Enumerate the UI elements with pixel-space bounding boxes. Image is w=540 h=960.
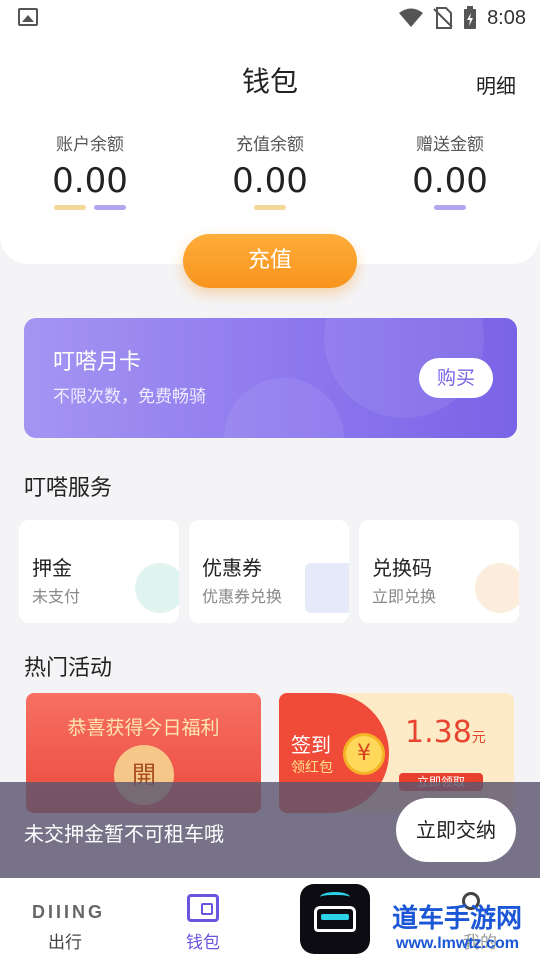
service-coupon-title: 优惠券 [202,556,262,580]
buy-button[interactable]: 购买 [419,358,493,398]
watermark: 道车手游网 www.lmwtz.com [392,898,522,953]
service-redeem-subtitle: 立即兑换 [372,587,437,606]
bonus-balance-amount: 0.00 [412,161,488,201]
watermark-title: 道车手游网 [392,904,523,934]
service-coupon-subtitle: 优惠券兑换 [202,587,283,606]
recharge-balance-underline [190,205,350,210]
yuan-coin-icon: ¥ [343,733,385,775]
bonus-balance-label: 赠送金额 [416,135,484,155]
medal-icon [135,563,179,613]
service-redeem-code[interactable]: 兑换码 立即兑换 [359,520,519,623]
detail-link[interactable]: 明细 [476,70,516,99]
tab-travel-label: 出行 [48,933,82,953]
bonus-balance[interactable]: 赠送金额 0.00 [370,130,530,210]
account-balance-label: 账户余额 [56,135,124,155]
account-balance[interactable]: 账户余额 0.00 [10,130,170,210]
tab-travel[interactable]: DIIING 出行 [0,878,130,960]
service-deposit[interactable]: 押金 未支付 [19,520,179,623]
service-redeem-title: 兑换码 [372,556,432,580]
tab-wallet-label: 钱包 [186,933,220,953]
sign-in-amount: 1.38元 [405,715,486,750]
toast-message: 未交押金暂不可租车哦 [24,822,224,846]
sign-in-line2: 领红包 [291,760,333,776]
exchange-icon [475,563,519,613]
wallet-icon [187,894,219,922]
monthly-card-subtitle: 不限次数，免费畅骑 [53,387,206,407]
service-deposit-title: 押金 [32,556,72,580]
deposit-toast: 未交押金暂不可租车哦 立即交纳 [0,782,540,878]
status-time: 8:08 [487,6,526,29]
hot-activities-title: 热门活动 [24,656,113,681]
recharge-balance-amount: 0.00 [232,161,308,201]
battery-charging-icon [464,6,477,29]
tab-wallet[interactable]: 钱包 [138,878,268,960]
recharge-balance-label: 充值余额 [236,135,304,155]
account-balance-underline [10,205,170,210]
status-icons: 8:08 [399,6,526,30]
balances: 账户余额 0.00 充值余额 0.00 赠送金额 0.00 [0,130,540,220]
account-balance-amount: 0.00 [52,161,128,201]
red-envelope-text: 恭喜获得今日福利 [67,717,220,739]
recharge-balance[interactable]: 充值余额 0.00 [190,130,350,210]
pay-deposit-button[interactable]: 立即交纳 [396,798,516,862]
monthly-card-title: 叮嗒月卡 [53,350,142,375]
status-bar: 8:08 [0,0,540,36]
sign-in-amount-unit: 元 [471,730,486,746]
sign-in-line1: 签到 [291,733,331,757]
watermark-url: www.lmwtz.com [396,935,519,952]
wifi-icon [399,8,424,27]
recharge-button[interactable]: 充值 [183,234,357,288]
scan-arrows-icon [320,892,350,902]
page-title: 钱包 [241,65,298,98]
sign-in-amount-value: 1.38 [405,715,472,750]
image-notification-icon [18,8,38,26]
monthly-card-banner[interactable]: 叮嗒月卡 不限次数，免费畅骑 购买 [24,318,517,438]
scan-ride-button[interactable] [300,884,370,954]
car-icon [314,906,356,932]
service-coupon[interactable]: 优惠券 优惠券兑换 [189,520,349,623]
services-section-title: 叮嗒服务 [24,476,113,501]
no-sim-icon [433,7,453,29]
service-deposit-subtitle: 未支付 [32,587,81,606]
ticket-icon [305,563,349,613]
brand-logo: DIIING [32,902,106,922]
bonus-balance-underline [370,205,530,210]
